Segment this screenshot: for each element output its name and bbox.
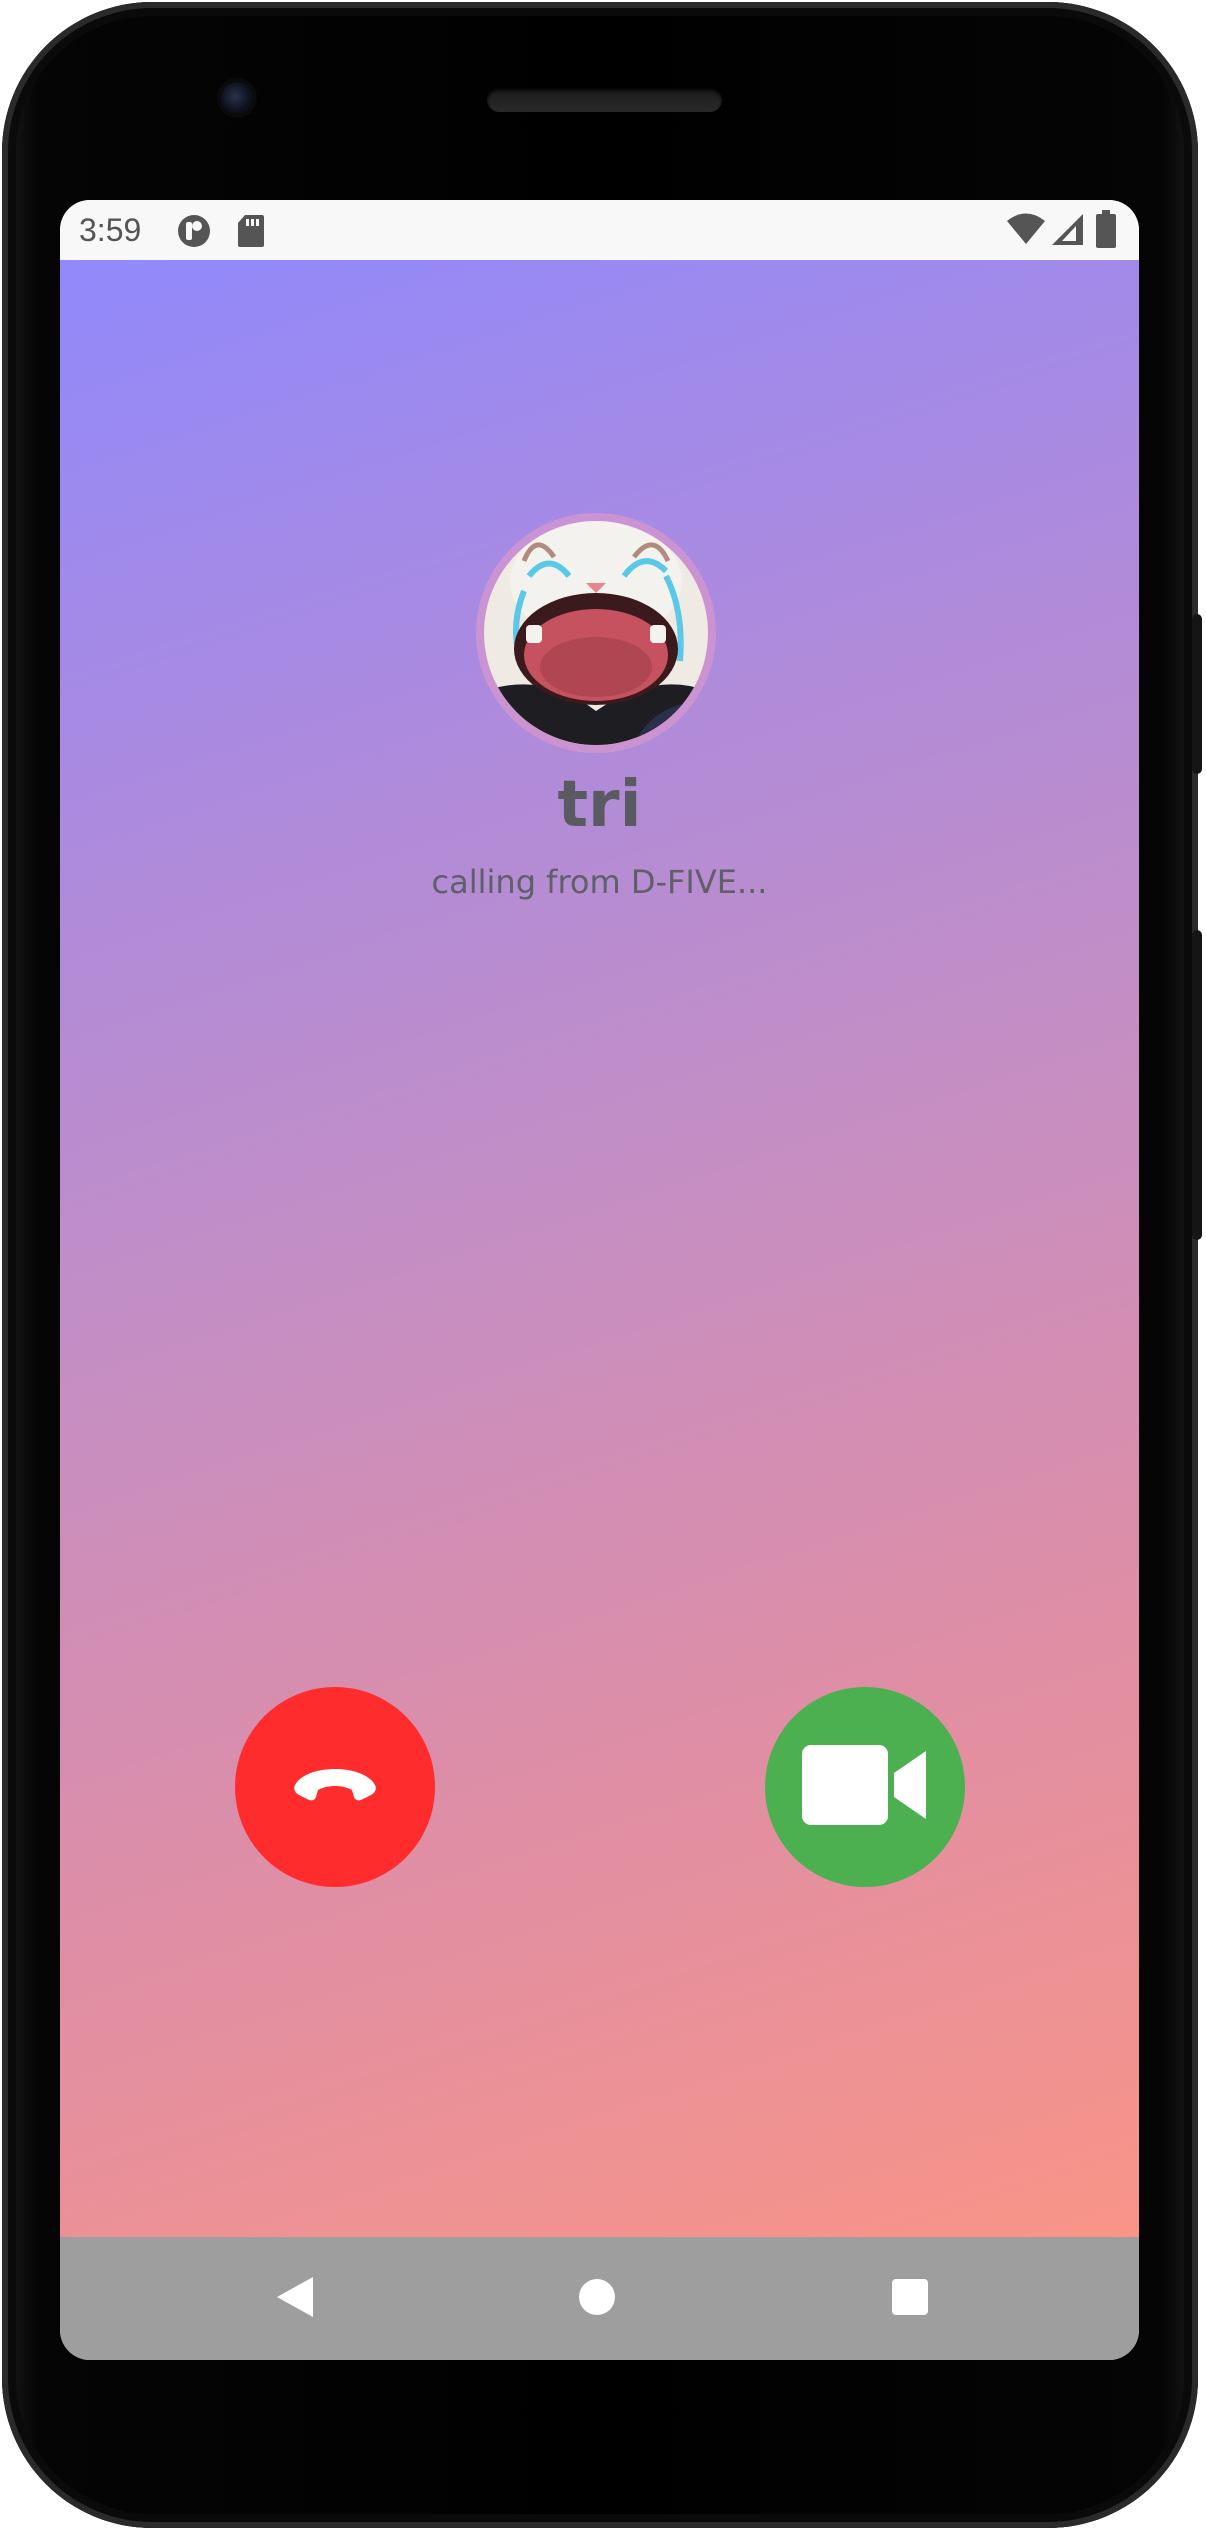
incoming-call-screen: tri calling from D-FIVE... [60, 260, 1139, 2237]
accept-video-call-button[interactable] [765, 1687, 965, 1887]
sd-card-icon [237, 214, 265, 252]
nav-home-button[interactable] [557, 2237, 637, 2360]
nav-recents-button[interactable] [870, 2237, 950, 2360]
avatar-ring [476, 513, 716, 753]
decline-call-button[interactable] [235, 1687, 435, 1887]
navigation-bar [60, 2237, 1139, 2360]
back-icon [275, 2275, 315, 2323]
signal-icon [1050, 212, 1084, 250]
video-camera-icon [802, 1745, 928, 1829]
status-time: 3:59 [79, 212, 142, 248]
home-icon [578, 2278, 616, 2320]
screen: 3:59 tri calling from D-FIVE... [60, 200, 1139, 2360]
earpiece-speaker [487, 88, 722, 112]
caller-avatar [484, 521, 708, 745]
recents-icon [891, 2278, 929, 2320]
call-subtitle: calling from D-FIVE... [431, 863, 768, 901]
phone-frame: 3:59 tri calling from D-FIVE... [2, 2, 1202, 2528]
battery-icon [1096, 210, 1116, 252]
phone-hangup-icon [293, 1765, 377, 1809]
caller-name: tri [557, 768, 642, 842]
wifi-icon [1006, 212, 1046, 250]
front-camera [221, 82, 253, 114]
status-bar: 3:59 [60, 200, 1139, 260]
nav-back-button[interactable] [255, 2237, 335, 2360]
launcher-app-icon [177, 214, 211, 252]
power-button [1192, 614, 1202, 774]
volume-button [1192, 930, 1202, 1240]
